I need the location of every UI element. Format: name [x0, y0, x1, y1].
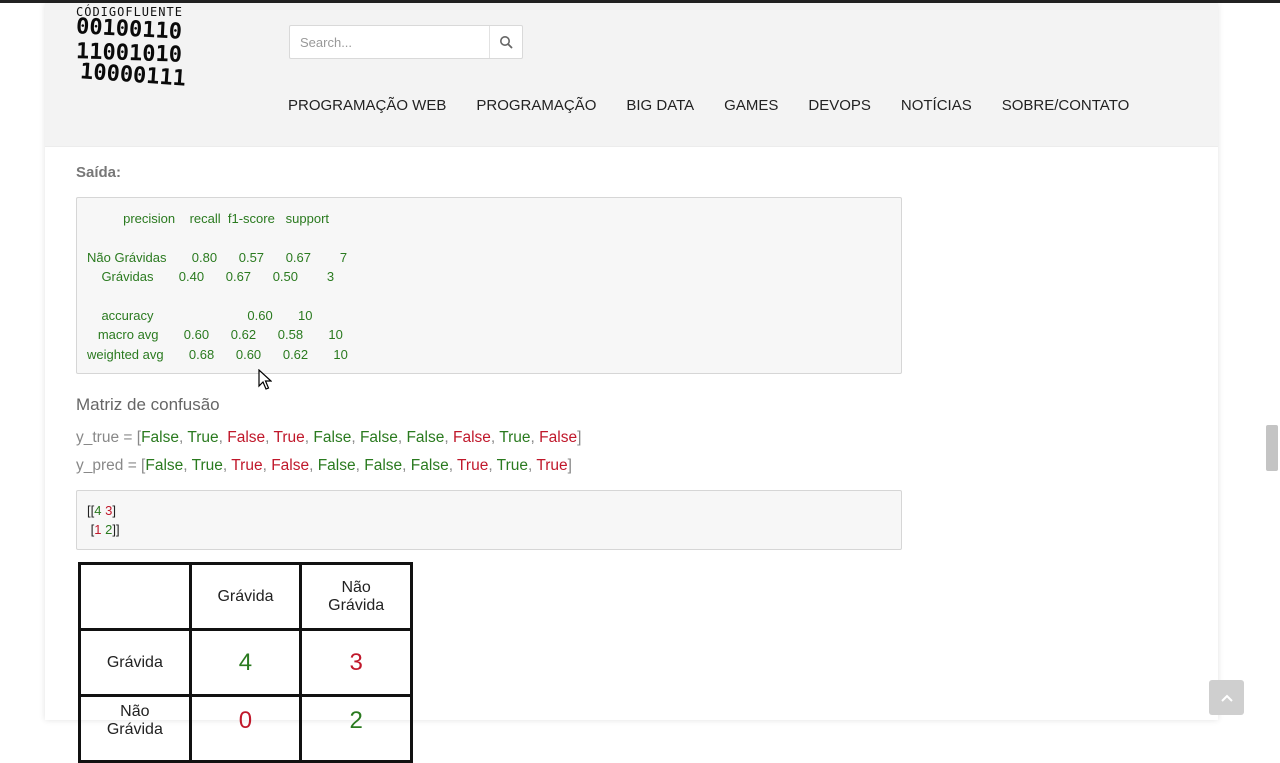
report-row: Não Grávidas 0.80 0.57 0.67 7 — [87, 250, 348, 265]
site-header: CÓDIGOFLUENTE 00100110 11001010 10000111… — [45, 3, 1218, 147]
matrix-row-1: [[4 3] — [87, 501, 116, 521]
bool-value: False — [227, 429, 266, 446]
bracket: ] — [112, 503, 116, 518]
bool-value: True — [231, 457, 263, 474]
bool-value: True — [536, 457, 568, 474]
bool-value: False — [364, 457, 403, 474]
scrollbar-thumb[interactable] — [1266, 425, 1278, 471]
y-true-line: y_true = [False, True, False, True, Fals… — [76, 429, 582, 446]
col-header: Grávida — [188, 562, 303, 631]
y-pred-values: False, True, True, False, False, False, … — [145, 457, 568, 474]
y-pred-line: y_pred = [False, True, True, False, Fals… — [76, 457, 572, 474]
confusion-matrix-table: Grávida Não Grávida Grávida 4 3 Não Gráv… — [78, 562, 413, 763]
nav-item-big-data[interactable]: BIG DATA — [626, 97, 694, 114]
row-header: Não Grávida — [78, 694, 192, 763]
bool-value: True — [191, 457, 223, 474]
bracket: ]] — [112, 522, 120, 537]
nav-item-games[interactable]: GAMES — [724, 97, 778, 114]
page-container: CÓDIGOFLUENTE 00100110 11001010 10000111… — [45, 3, 1218, 763]
bool-value: False — [453, 429, 491, 446]
mouse-cursor-icon — [258, 369, 272, 390]
confusion-matrix-image: Grávida Não Grávida Grávida 4 3 Não Gráv… — [78, 562, 413, 763]
matrix-output-block: [[4 3] [1 2]] — [76, 490, 902, 550]
bool-value: True — [499, 429, 531, 446]
search-input[interactable] — [290, 26, 490, 58]
search-icon — [500, 36, 513, 49]
matrix-row-2: [1 2]] — [87, 520, 120, 540]
bool-value: False — [359, 429, 398, 446]
bool-value: True — [273, 429, 305, 446]
output-label: Saída: — [76, 164, 122, 181]
nav-item-programacao-web[interactable]: PROGRAMAÇÃO WEB — [288, 97, 446, 114]
bool-value: True — [187, 429, 219, 446]
report-row: macro avg 0.60 0.62 0.58 10 — [87, 327, 343, 342]
y-true-label: y_true = [ — [76, 429, 142, 446]
bool-value: False — [145, 457, 184, 474]
report-row: weighted avg 0.68 0.60 0.62 10 — [87, 347, 348, 362]
bool-value: False — [313, 429, 352, 446]
classification-report-block: precision recall f1-score support Não Gr… — [76, 197, 902, 374]
report-row: Grávidas 0.40 0.67 0.50 3 — [87, 269, 335, 284]
search-box — [289, 25, 523, 59]
bool-value: True — [457, 457, 489, 474]
chevron-up-icon — [1220, 694, 1233, 702]
report-header: precision recall f1-score support — [87, 211, 330, 226]
matrix-cell: 2 — [299, 694, 413, 763]
nav-item-noticias[interactable]: NOTÍCIAS — [901, 97, 972, 114]
y-pred-label: y_pred = [ — [76, 457, 146, 474]
bool-value: False — [141, 429, 179, 446]
bool-value: False — [406, 429, 445, 446]
nav-item-sobre-contato[interactable]: SOBRE/CONTATO — [1002, 97, 1130, 114]
matrix-cell: 3 — [299, 628, 413, 697]
report-row: accuracy 0.60 10 — [87, 308, 313, 323]
bool-value: False — [410, 457, 449, 474]
bool-value: False — [539, 429, 578, 446]
matrix-value: 1 — [94, 522, 102, 537]
bool-value: False — [317, 457, 356, 474]
matrix-cell: 0 — [188, 694, 303, 763]
row-header: Grávida — [78, 628, 192, 697]
matrix-title: Matriz de confusão — [76, 395, 220, 414]
matrix-cell: 4 — [188, 628, 303, 697]
site-logo[interactable]: CÓDIGOFLUENTE 00100110 11001010 10000111 — [75, 5, 256, 92]
empty-cell — [78, 562, 192, 631]
scroll-to-top-button[interactable] — [1209, 680, 1244, 715]
main-nav: PROGRAMAÇÃO WEB PROGRAMAÇÃO BIG DATA GAM… — [288, 97, 1159, 114]
bool-value: False — [271, 457, 310, 474]
nav-item-devops[interactable]: DEVOPS — [808, 97, 871, 114]
matrix-value: 4 — [94, 503, 102, 518]
nav-item-programacao[interactable]: PROGRAMAÇÃO — [476, 97, 596, 114]
bool-value: True — [496, 457, 528, 474]
search-button[interactable] — [489, 26, 522, 58]
y-true-values: False, True, False, True, False, False, … — [141, 429, 578, 446]
col-header: Não Grávida — [299, 562, 413, 631]
